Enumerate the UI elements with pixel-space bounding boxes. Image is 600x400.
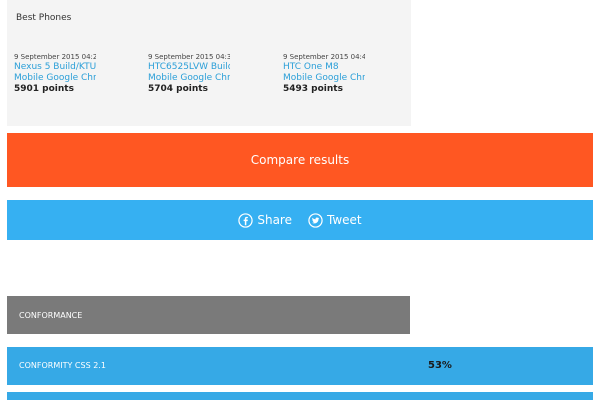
- compare-results-button[interactable]: Compare results: [7, 133, 593, 187]
- phone-date: 9 September 2015 04:38: [148, 53, 230, 61]
- conformance-row[interactable]: CONFORMITY CSS 2.1 53%: [7, 347, 593, 385]
- phone-device-link[interactable]: HTC6525LVW Build/KOT49H: [148, 62, 230, 73]
- phone-points: 5493 points: [283, 84, 343, 94]
- phone-card: 9 September 2015 04:38 HTC6525LVW Build/…: [148, 52, 230, 95]
- best-phones-panel: Best Phones 9 September 2015 04:28 Nexus…: [7, 0, 411, 126]
- tweet-label: Tweet: [327, 213, 362, 227]
- conformance-header: CONFORMANCE: [7, 296, 410, 334]
- page: Best Phones 9 September 2015 04:28 Nexus…: [0, 0, 600, 400]
- conformance-row-label: CONFORMITY CSS 2.1: [19, 361, 106, 370]
- share-bar: Share Tweet: [7, 200, 593, 240]
- phone-browser-link[interactable]: Mobile Google Chrome: [14, 73, 96, 84]
- conformance-row-value: 53%: [428, 360, 452, 371]
- phone-points: 5901 points: [14, 84, 74, 94]
- phone-points: 5704 points: [148, 84, 208, 94]
- phone-device-link[interactable]: Nexus 5 Build/KTU84P: [14, 62, 96, 73]
- phone-date: 9 September 2015 04:28: [14, 53, 96, 61]
- phone-device-link[interactable]: HTC One M8: [283, 62, 365, 73]
- facebook-icon: [238, 212, 254, 228]
- phone-browser-link[interactable]: Mobile Google Chrome: [283, 73, 365, 84]
- twitter-icon: [308, 212, 323, 228]
- best-phones-title: Best Phones: [16, 13, 72, 23]
- share-button[interactable]: Share: [238, 212, 292, 228]
- conformance-row-partial: [7, 392, 593, 400]
- phone-card: 9 September 2015 04:45 HTC One M8 Mobile…: [283, 52, 365, 95]
- share-label: Share: [257, 213, 292, 227]
- phone-card: 9 September 2015 04:28 Nexus 5 Build/KTU…: [14, 52, 96, 95]
- tweet-button[interactable]: Tweet: [308, 212, 362, 228]
- phone-browser-link[interactable]: Mobile Google Chrome: [148, 73, 230, 84]
- phone-date: 9 September 2015 04:45: [283, 53, 365, 61]
